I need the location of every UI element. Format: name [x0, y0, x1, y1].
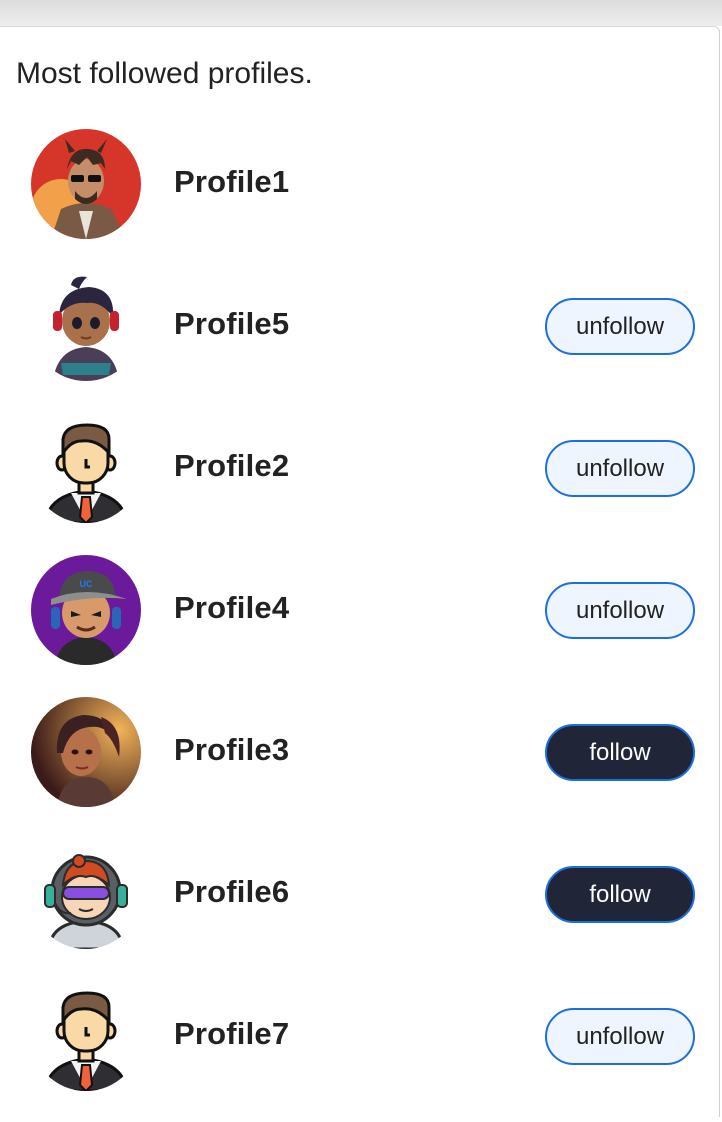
- unfollow-button[interactable]: unfollow: [545, 582, 695, 639]
- follow-button[interactable]: follow: [545, 724, 695, 781]
- profile-name[interactable]: Profile6: [174, 874, 289, 910]
- profile-row: UC Profile4 unfollow: [0, 554, 719, 696]
- businessman-avatar-icon[interactable]: [31, 981, 141, 1091]
- profile-row: Profile1: [0, 128, 719, 270]
- unfollow-button[interactable]: unfollow: [545, 1008, 695, 1065]
- profile-row: Profile6 follow: [0, 838, 719, 980]
- svg-text:UC: UC: [80, 579, 93, 589]
- profile-name[interactable]: Profile5: [174, 306, 289, 342]
- follow-button[interactable]: follow: [545, 866, 695, 923]
- profile-name[interactable]: Profile4: [174, 590, 289, 626]
- profile-name[interactable]: Profile7: [174, 1016, 289, 1052]
- profile-name[interactable]: Profile1: [174, 164, 289, 200]
- profile-name[interactable]: Profile3: [174, 732, 289, 768]
- panel-heading: Most followed profiles.: [16, 57, 313, 90]
- astronaut-girl-headset-avatar-icon[interactable]: [31, 839, 141, 949]
- most-followed-panel: Most followed profiles. Profile1 Profile…: [0, 26, 720, 1117]
- warrior-woman-avatar-icon[interactable]: [31, 697, 141, 807]
- unfollow-button[interactable]: unfollow: [545, 440, 695, 497]
- unfollow-button[interactable]: unfollow: [545, 298, 695, 355]
- profile-row: Profile2 unfollow: [0, 412, 719, 554]
- gamer-cap-purple-avatar-icon[interactable]: UC: [31, 555, 141, 665]
- browser-top-bar: [0, 0, 722, 26]
- bearded-man-sunglasses-avatar-icon[interactable]: [31, 129, 141, 239]
- businessman-avatar-icon[interactable]: [31, 413, 141, 523]
- profile-row: Profile7 unfollow: [0, 980, 719, 1122]
- gamer-girl-headphones-avatar-icon[interactable]: [31, 271, 141, 381]
- profile-row: Profile3 follow: [0, 696, 719, 838]
- profile-row: Profile5 unfollow: [0, 270, 719, 412]
- profile-name[interactable]: Profile2: [174, 448, 289, 484]
